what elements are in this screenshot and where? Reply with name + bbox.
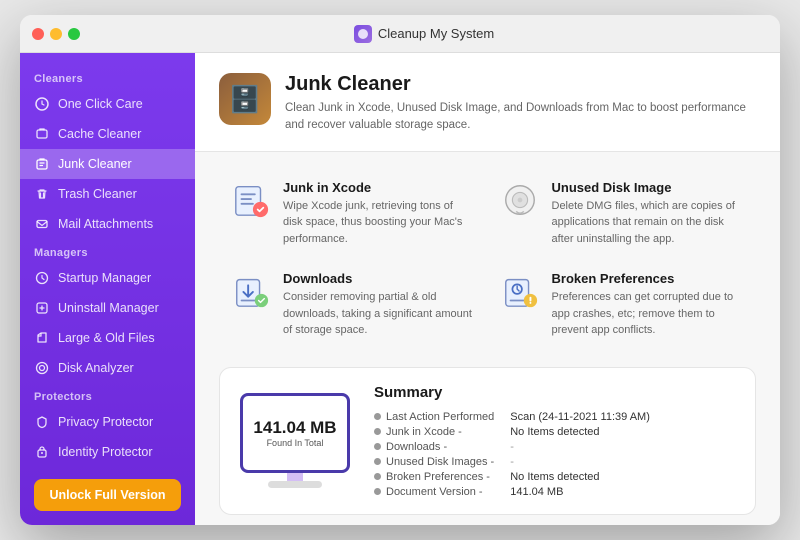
feature-broken-prefs-text: Broken Preferences Preferences can get c… xyxy=(552,271,745,339)
junk-icon: 🗄️ xyxy=(229,84,261,115)
sidebar-label: Trash Cleaner xyxy=(58,187,137,201)
close-button[interactable] xyxy=(32,28,44,40)
feature-title: Junk in Xcode xyxy=(283,180,476,195)
unused-disk-icon xyxy=(500,180,540,220)
sidebar-item-privacy-protector[interactable]: Privacy Protector xyxy=(20,407,195,437)
feature-downloads-text: Downloads Consider removing partial & ol… xyxy=(283,271,476,339)
summary-key-4: Unused Disk Images - xyxy=(374,456,494,468)
sidebar-item-cache-cleaner[interactable]: Cache Cleaner xyxy=(20,119,195,149)
summary-key-3: Downloads - xyxy=(374,441,494,453)
summary-monitor: 141.04 MB Found In Total xyxy=(240,393,350,488)
sidebar-item-large-old-files[interactable]: Large & Old Files xyxy=(20,323,195,353)
traffic-lights xyxy=(32,28,80,40)
sidebar-label: Cache Cleaner xyxy=(58,127,141,141)
sidebar-label: Disk Analyzer xyxy=(58,361,134,375)
titlebar: Cleanup My System xyxy=(20,15,780,53)
sidebar-item-junk-cleaner[interactable]: Junk Cleaner xyxy=(20,149,195,179)
sidebar-item-uninstall-manager[interactable]: Uninstall Manager xyxy=(20,293,195,323)
titlebar-center: Cleanup My System xyxy=(80,25,768,43)
summary-title: Summary xyxy=(374,384,735,401)
feature-title: Downloads xyxy=(283,271,476,286)
feature-broken-prefs: Broken Preferences Preferences can get c… xyxy=(488,259,757,351)
minimize-button[interactable] xyxy=(50,28,62,40)
feature-unused-disk-text: Unused Disk Image Delete DMG files, whic… xyxy=(552,180,745,248)
large-old-files-icon xyxy=(34,330,50,346)
sidebar-item-startup-manager[interactable]: Startup Manager xyxy=(20,263,195,293)
feature-title: Broken Preferences xyxy=(552,271,745,286)
feature-junk-xcode: Junk in Xcode Wipe Xcode junk, retrievin… xyxy=(219,168,488,260)
trash-cleaner-icon xyxy=(34,186,50,202)
summary-section: 141.04 MB Found In Total Summary Last Ac… xyxy=(219,367,756,515)
feature-desc: Wipe Xcode junk, retrieving tons of disk… xyxy=(283,198,476,248)
feature-unused-disk: Unused Disk Image Delete DMG files, whic… xyxy=(488,168,757,260)
cleaners-section-label: Cleaners xyxy=(20,65,195,89)
disk-analyzer-icon xyxy=(34,360,50,376)
junk-xcode-icon xyxy=(231,180,271,220)
app-content: Cleaners One Click Care Cache Cleaner Ju… xyxy=(20,53,780,525)
main-header-text: Junk Cleaner Clean Junk in Xcode, Unused… xyxy=(285,73,756,135)
one-click-care-icon xyxy=(34,96,50,112)
feature-junk-xcode-text: Junk in Xcode Wipe Xcode junk, retrievin… xyxy=(283,180,476,248)
sidebar-item-mail-attachments[interactable]: Mail Attachments xyxy=(20,209,195,239)
managers-section-label: Managers xyxy=(20,239,195,263)
summary-key-6: Document Version - xyxy=(374,486,494,498)
summary-val-3: - xyxy=(510,441,735,453)
sidebar-label: Privacy Protector xyxy=(58,415,153,429)
sidebar-label: Identity Protector xyxy=(58,445,153,459)
feature-desc: Preferences can get corrupted due to app… xyxy=(552,289,745,339)
sidebar-label: Uninstall Manager xyxy=(58,301,159,315)
downloads-icon xyxy=(231,271,271,311)
summary-val-2: No Items detected xyxy=(510,426,735,438)
sidebar-item-identity-protector[interactable]: Identity Protector xyxy=(20,437,195,467)
privacy-protector-icon xyxy=(34,414,50,430)
main-header: 🗄️ Junk Cleaner Clean Junk in Xcode, Unu… xyxy=(195,53,780,152)
feature-title: Unused Disk Image xyxy=(552,180,745,195)
sidebar-label: Startup Manager xyxy=(58,271,151,285)
main-content: 🗄️ Junk Cleaner Clean Junk in Xcode, Unu… xyxy=(195,53,780,525)
summary-key-5: Broken Preferences - xyxy=(374,471,494,483)
summary-key-2: Junk in Xcode - xyxy=(374,426,494,438)
sidebar-bottom: Unlock Full Version xyxy=(20,467,195,523)
summary-val-4: - xyxy=(510,456,735,468)
sidebar-item-disk-analyzer[interactable]: Disk Analyzer xyxy=(20,353,195,383)
window-title: Cleanup My System xyxy=(378,26,494,41)
uninstall-manager-icon xyxy=(34,300,50,316)
sidebar-item-one-click-care[interactable]: One Click Care xyxy=(20,89,195,119)
monitor-screen: 141.04 MB Found In Total xyxy=(240,393,350,473)
summary-val-1: Scan (24-11-2021 11:39 AM) xyxy=(510,411,735,423)
feature-downloads: Downloads Consider removing partial & ol… xyxy=(219,259,488,351)
junk-cleaner-icon xyxy=(34,156,50,172)
broken-prefs-icon xyxy=(500,271,540,311)
cache-cleaner-icon xyxy=(34,126,50,142)
sidebar-label: Large & Old Files xyxy=(58,331,155,345)
page-title: Junk Cleaner xyxy=(285,73,756,96)
features-grid: Junk in Xcode Wipe Xcode junk, retrievin… xyxy=(195,152,780,367)
total-label: Found In Total xyxy=(267,438,324,448)
protectors-section-label: Protectors xyxy=(20,383,195,407)
sidebar-label: Junk Cleaner xyxy=(58,157,132,171)
summary-key-1: Last Action Performed xyxy=(374,411,494,423)
sidebar-label: Mail Attachments xyxy=(58,217,153,231)
summary-data: Summary Last Action Performed Scan (24-1… xyxy=(374,384,735,498)
app-window: Cleanup My System Cleaners One Click Car… xyxy=(20,15,780,525)
app-icon xyxy=(354,25,372,43)
summary-val-6: 141.04 MB xyxy=(510,486,735,498)
unlock-full-version-button[interactable]: Unlock Full Version xyxy=(34,479,181,511)
summary-rows: Last Action Performed Scan (24-11-2021 1… xyxy=(374,411,735,498)
feature-desc: Delete DMG files, which are copies of ap… xyxy=(552,198,745,248)
sidebar-item-trash-cleaner[interactable]: Trash Cleaner xyxy=(20,179,195,209)
mail-attachments-icon xyxy=(34,216,50,232)
startup-manager-icon xyxy=(34,270,50,286)
maximize-button[interactable] xyxy=(68,28,80,40)
junk-cleaner-feature-icon: 🗄️ xyxy=(219,73,271,125)
summary-val-5: No Items detected xyxy=(510,471,735,483)
feature-desc: Consider removing partial & old download… xyxy=(283,289,476,339)
sidebar-label: One Click Care xyxy=(58,97,143,111)
sidebar: Cleaners One Click Care Cache Cleaner Ju… xyxy=(20,53,195,525)
identity-protector-icon xyxy=(34,444,50,460)
page-description: Clean Junk in Xcode, Unused Disk Image, … xyxy=(285,100,756,135)
total-size: 141.04 MB xyxy=(253,418,336,438)
